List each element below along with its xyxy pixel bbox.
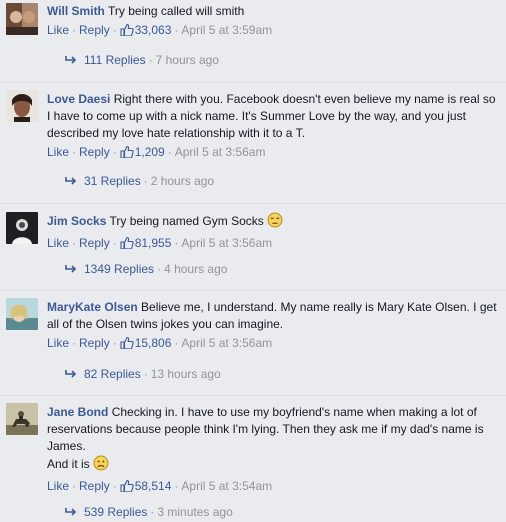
comment-actions: Like · Reply · 33,063 · April 5 at 3:59am (47, 22, 500, 41)
comment-date[interactable]: April 5 at 3:59am (181, 23, 272, 37)
view-replies-link[interactable]: 1349 Replies · 4 hours ago (64, 261, 227, 279)
replies-time: 4 hours ago (164, 262, 228, 276)
comment-text: Try being called will smith (108, 4, 245, 18)
comment-text: Try being named Gym Socks (109, 214, 264, 228)
reply-button[interactable]: Reply (79, 23, 110, 37)
like-button[interactable]: Like (47, 336, 69, 350)
comment-text: Checking in. I have to use my boyfriend'… (47, 405, 484, 453)
avatar[interactable] (6, 90, 38, 122)
like-count[interactable]: 1,209 (135, 145, 165, 159)
comment-author[interactable]: Love Daesi (47, 92, 110, 106)
thumbs-up-icon (120, 479, 134, 497)
like-button[interactable]: Like (47, 23, 69, 37)
replies-count[interactable]: 31 Replies (84, 174, 141, 188)
thumbs-up-icon (120, 236, 134, 254)
avatar[interactable] (6, 298, 38, 330)
like-count[interactable]: 58,514 (135, 479, 172, 493)
thumbs-up-icon (120, 336, 134, 354)
view-replies-link[interactable]: 31 Replies · 2 hours ago (64, 173, 214, 191)
avatar[interactable] (6, 212, 38, 244)
replies-time: 2 hours ago (150, 174, 215, 188)
comment-author[interactable]: Jim Socks (47, 214, 106, 228)
avatar[interactable] (6, 403, 38, 435)
comment-text: Right there with you. Facebook doesn't e… (47, 92, 496, 140)
like-count[interactable]: 33,063 (135, 23, 172, 37)
divider (0, 203, 506, 204)
reply-arrow-icon (64, 174, 78, 191)
view-replies-link[interactable]: 111 Replies · 7 hours ago (64, 52, 219, 70)
like-button[interactable]: Like (47, 236, 69, 250)
replies-count[interactable]: 539 Replies (84, 505, 147, 519)
like-button[interactable]: Like (47, 479, 69, 493)
divider (0, 82, 506, 83)
avatar[interactable] (6, 3, 38, 35)
thumbs-up-icon (120, 23, 134, 41)
comment-actions: Like · Reply · 15,806 · April 5 at 3:56am (47, 335, 500, 354)
comment-actions: Like · Reply · 58,514 · April 5 at 3:54am (47, 478, 500, 497)
reply-arrow-icon (64, 262, 78, 279)
replies-count[interactable]: 82 Replies (84, 367, 141, 381)
reply-arrow-icon (64, 53, 78, 70)
divider (0, 395, 506, 396)
comment-author[interactable]: Will Smith (47, 4, 105, 18)
divider (0, 290, 506, 291)
comment-date[interactable]: April 5 at 3:56am (175, 145, 266, 159)
comment-date[interactable]: April 5 at 3:54am (181, 479, 272, 493)
thumbs-up-icon (120, 145, 134, 163)
like-count[interactable]: 15,806 (135, 336, 172, 350)
comment-actions: Like · Reply · 1,209 · April 5 at 3:56am (47, 144, 500, 163)
view-replies-link[interactable]: 539 Replies · 3 minutes ago (64, 504, 233, 522)
replies-count[interactable]: 111 Replies (84, 53, 146, 67)
replies-count[interactable]: 1349 Replies (84, 262, 154, 276)
unamused-face-icon (267, 212, 283, 233)
sad-face-icon (93, 455, 109, 476)
reply-button[interactable]: Reply (79, 336, 110, 350)
reply-button[interactable]: Reply (79, 479, 110, 493)
like-button[interactable]: Like (47, 145, 69, 159)
reply-button[interactable]: Reply (79, 145, 110, 159)
reply-arrow-icon (64, 367, 78, 384)
reply-arrow-icon (64, 505, 78, 522)
comment-text-continuation: And it is (47, 457, 90, 471)
comment-date[interactable]: April 5 at 3:56am (181, 336, 272, 350)
comment-date[interactable]: April 5 at 3:56am (181, 236, 272, 250)
comment-actions: Like · Reply · 81,955 · April 5 at 3:56am (47, 235, 500, 254)
replies-time: 3 minutes ago (157, 505, 233, 519)
comment-author[interactable]: MaryKate Olsen (47, 300, 138, 314)
reply-button[interactable]: Reply (79, 236, 110, 250)
replies-time: 13 hours ago (150, 367, 221, 381)
comment-author[interactable]: Jane Bond (47, 405, 108, 419)
replies-time: 7 hours ago (155, 53, 219, 67)
like-count[interactable]: 81,955 (135, 236, 172, 250)
view-replies-link[interactable]: 82 Replies · 13 hours ago (64, 366, 221, 384)
